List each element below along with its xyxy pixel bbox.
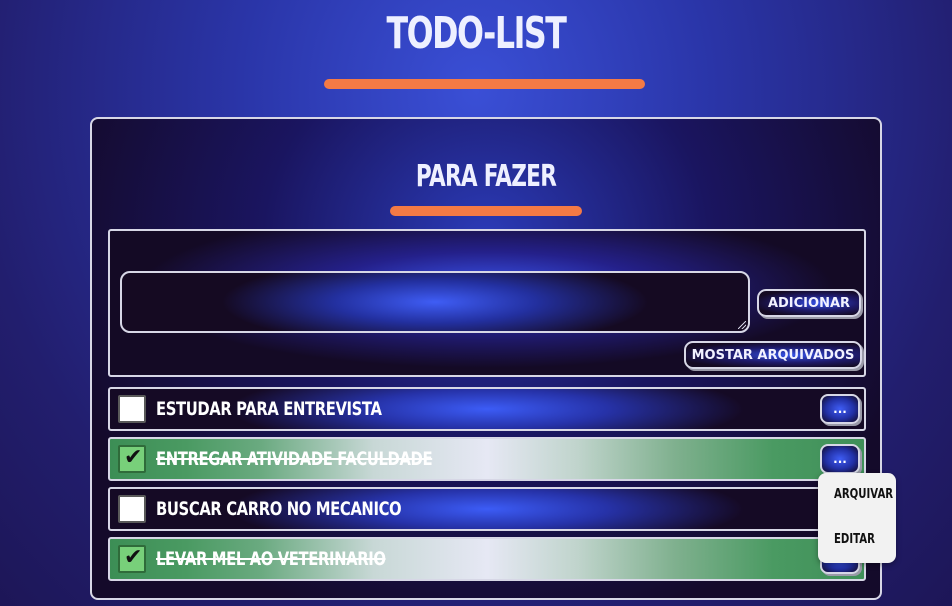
todo-menu-button[interactable]: ... bbox=[820, 444, 860, 474]
check-icon: ✔ bbox=[124, 445, 143, 470]
title-underline bbox=[324, 79, 645, 89]
new-todo-form: ADICIONAR MOSTAR ARQUIVADOS bbox=[108, 229, 866, 377]
todo-label: ENTREGAR ATIVIDADE FACULDADE bbox=[156, 448, 433, 470]
todo-item: ESTUDAR PARA ENTREVISTA ... bbox=[108, 387, 866, 431]
todo-menu-button[interactable]: ... bbox=[820, 394, 860, 424]
todo-panel: PARA FAZER ADICIONAR MOSTAR ARQUIVADOS E… bbox=[90, 117, 882, 600]
app-title: TODO-LIST bbox=[386, 8, 567, 59]
resize-grip-icon[interactable] bbox=[738, 321, 746, 329]
panel-title: PARA FAZER bbox=[415, 159, 557, 194]
todo-checkbox[interactable] bbox=[118, 395, 146, 423]
archive-menu-item[interactable]: ARQUIVAR bbox=[834, 487, 893, 502]
add-button[interactable]: ADICIONAR bbox=[757, 289, 861, 317]
todo-checkbox[interactable] bbox=[118, 495, 146, 523]
todo-label: LEVAR MEL AO VETERINARIO bbox=[156, 548, 386, 570]
new-todo-textarea[interactable] bbox=[120, 271, 750, 333]
edit-menu-item[interactable]: EDITAR bbox=[834, 532, 875, 547]
show-archived-button[interactable]: MOSTAR ARQUIVADOS bbox=[684, 341, 862, 369]
todo-checkbox[interactable]: ✔ bbox=[118, 545, 146, 573]
todo-label: ESTUDAR PARA ENTREVISTA bbox=[156, 398, 382, 420]
todo-actions-dropdown: ARQUIVAR EDITAR bbox=[818, 473, 896, 563]
check-icon: ✔ bbox=[124, 545, 143, 570]
todo-label: BUSCAR CARRO NO MECANICO bbox=[156, 498, 402, 520]
todo-item: BUSCAR CARRO NO MECANICO ... bbox=[108, 487, 866, 531]
panel-title-underline bbox=[390, 206, 582, 216]
todo-checkbox[interactable]: ✔ bbox=[118, 445, 146, 473]
todo-item: ✔ LEVAR MEL AO VETERINARIO ... bbox=[108, 537, 866, 581]
todo-item: ✔ ENTREGAR ATIVIDADE FACULDADE ... bbox=[108, 437, 866, 481]
